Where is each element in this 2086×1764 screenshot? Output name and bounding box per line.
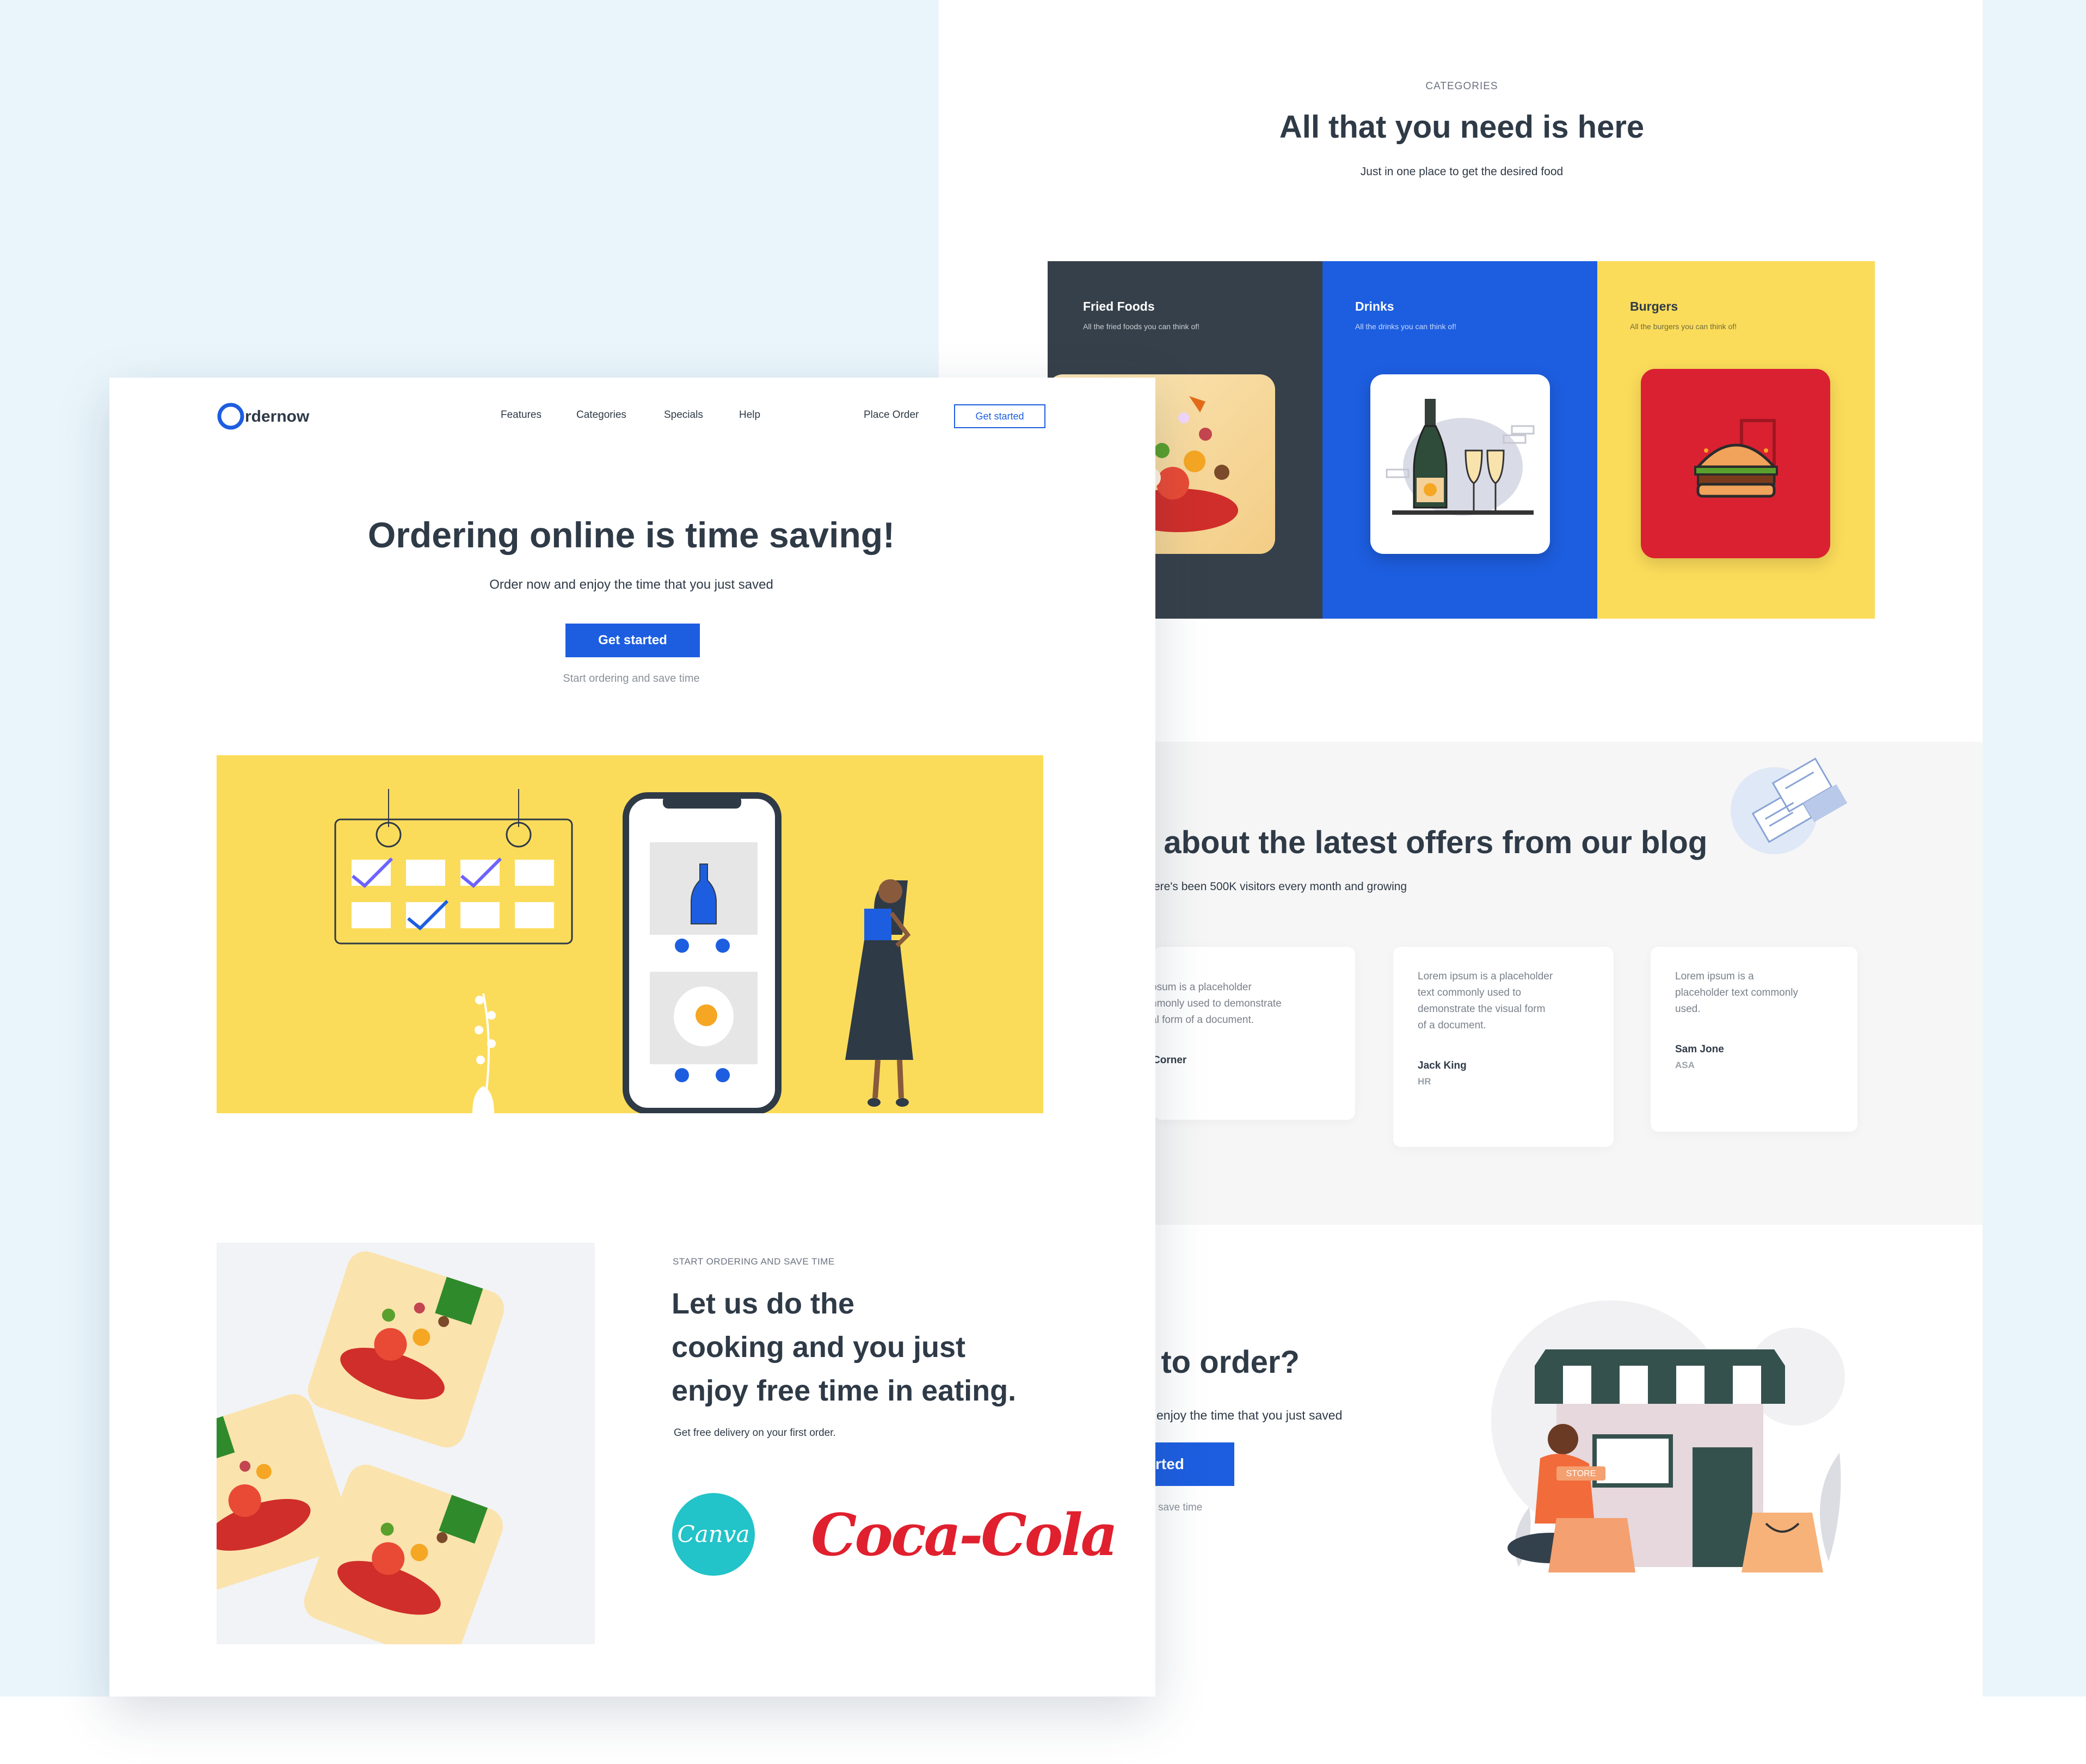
store-illustration: STORE bbox=[1491, 1300, 1861, 1589]
promo-eyebrow: START ORDERING AND SAVE TIME bbox=[673, 1256, 835, 1267]
hero-note: Start ordering and save time bbox=[563, 673, 700, 684]
page-background-right bbox=[1983, 0, 2086, 1697]
order-cta-note: save time bbox=[1158, 1502, 1203, 1513]
hero-subtitle: Order now and enjoy the time that you ju… bbox=[489, 577, 773, 592]
drinks-image bbox=[1370, 374, 1550, 554]
blog-card-role: ASA bbox=[1675, 1060, 1695, 1070]
promo-title-line: cooking and you just bbox=[672, 1331, 966, 1364]
blog-title: e about the latest offers from our blog bbox=[1137, 825, 1708, 860]
hero-illustration bbox=[217, 755, 1043, 1114]
categories-subtitle: Just in one place to get the desired foo… bbox=[1360, 165, 1564, 178]
blog-card-role: HR bbox=[1418, 1076, 1431, 1087]
blog-card-text: psum is a placeholder nmonly used to dem… bbox=[1151, 982, 1282, 1026]
logo[interactable]: rdernow bbox=[217, 401, 325, 431]
promo-title-line: enjoy free time in eating. bbox=[672, 1374, 1017, 1407]
blog-card-text: Lorem ipsum is a placeholder text common… bbox=[1418, 971, 1553, 1031]
nav-item-features[interactable]: Features bbox=[501, 409, 542, 421]
categories-eyebrow: CATEGORIES bbox=[1425, 81, 1498, 92]
category-card-drinks[interactable]: Drinks All the drinks you can think of! bbox=[1322, 261, 1597, 619]
blog-card[interactable]: psum is a placeholder nmonly used to dem… bbox=[1151, 947, 1355, 1120]
promo-image bbox=[217, 1243, 595, 1644]
category-title: Drinks bbox=[1355, 299, 1394, 313]
category-title: Fried Foods bbox=[1083, 299, 1155, 313]
blog-card-author: Corner bbox=[1153, 1054, 1187, 1066]
order-cta-button[interactable]: rted bbox=[1155, 1442, 1234, 1486]
categories-title: All that you need is here bbox=[1279, 109, 1645, 145]
order-cta-title: y to order? bbox=[1135, 1344, 1300, 1380]
nav-item-help[interactable]: Help bbox=[739, 409, 760, 421]
header-get-started-button[interactable]: Get started bbox=[954, 404, 1045, 428]
category-card-burgers[interactable]: Burgers All the burgers you can think of… bbox=[1597, 261, 1875, 619]
blog-card-author: Sam Jone bbox=[1675, 1044, 1724, 1055]
logo-text: rdernow bbox=[245, 408, 310, 425]
category-subtitle: All the fried foods you can think of! bbox=[1083, 322, 1200, 331]
nav-item-categories[interactable]: Categories bbox=[576, 409, 626, 421]
store-sign-text: STORE bbox=[1566, 1469, 1596, 1478]
hero-get-started-button[interactable]: Get started bbox=[565, 624, 700, 657]
place-order-link[interactable]: Place Order bbox=[864, 409, 919, 421]
category-title: Burgers bbox=[1630, 299, 1678, 313]
logo-ring-icon bbox=[217, 403, 244, 430]
promo-subtitle: Get free delivery on your first order. bbox=[674, 1427, 836, 1439]
category-subtitle: All the drinks you can think of! bbox=[1355, 322, 1456, 331]
burgers-image bbox=[1641, 369, 1830, 558]
order-cta-subtitle: enjoy the time that you just saved bbox=[1156, 1408, 1343, 1422]
category-subtitle: All the burgers you can think of! bbox=[1630, 322, 1737, 331]
promo-title-line: Let us do the bbox=[672, 1287, 854, 1320]
blog-card[interactable]: Lorem ipsum is a placeholder text common… bbox=[1393, 947, 1614, 1147]
nav-item-specials[interactable]: Specials bbox=[664, 409, 703, 421]
blog-illustration bbox=[1725, 751, 1878, 871]
promo-title: Let us do the cooking and you just enjoy… bbox=[672, 1282, 1042, 1413]
canva-logo: Canva bbox=[672, 1493, 755, 1576]
blog-card-author: Jack King bbox=[1418, 1060, 1467, 1071]
coca-cola-logo: Coca-Cola bbox=[811, 1501, 1118, 1569]
blog-subtitle: ere's been 500K visitors every month and… bbox=[1154, 880, 1407, 893]
blog-card[interactable]: Lorem ipsum is a placeholder text common… bbox=[1651, 947, 1857, 1132]
hero-title: Ordering online is time saving! bbox=[367, 515, 895, 555]
blog-card-text: Lorem ipsum is a placeholder text common… bbox=[1675, 971, 1798, 1015]
